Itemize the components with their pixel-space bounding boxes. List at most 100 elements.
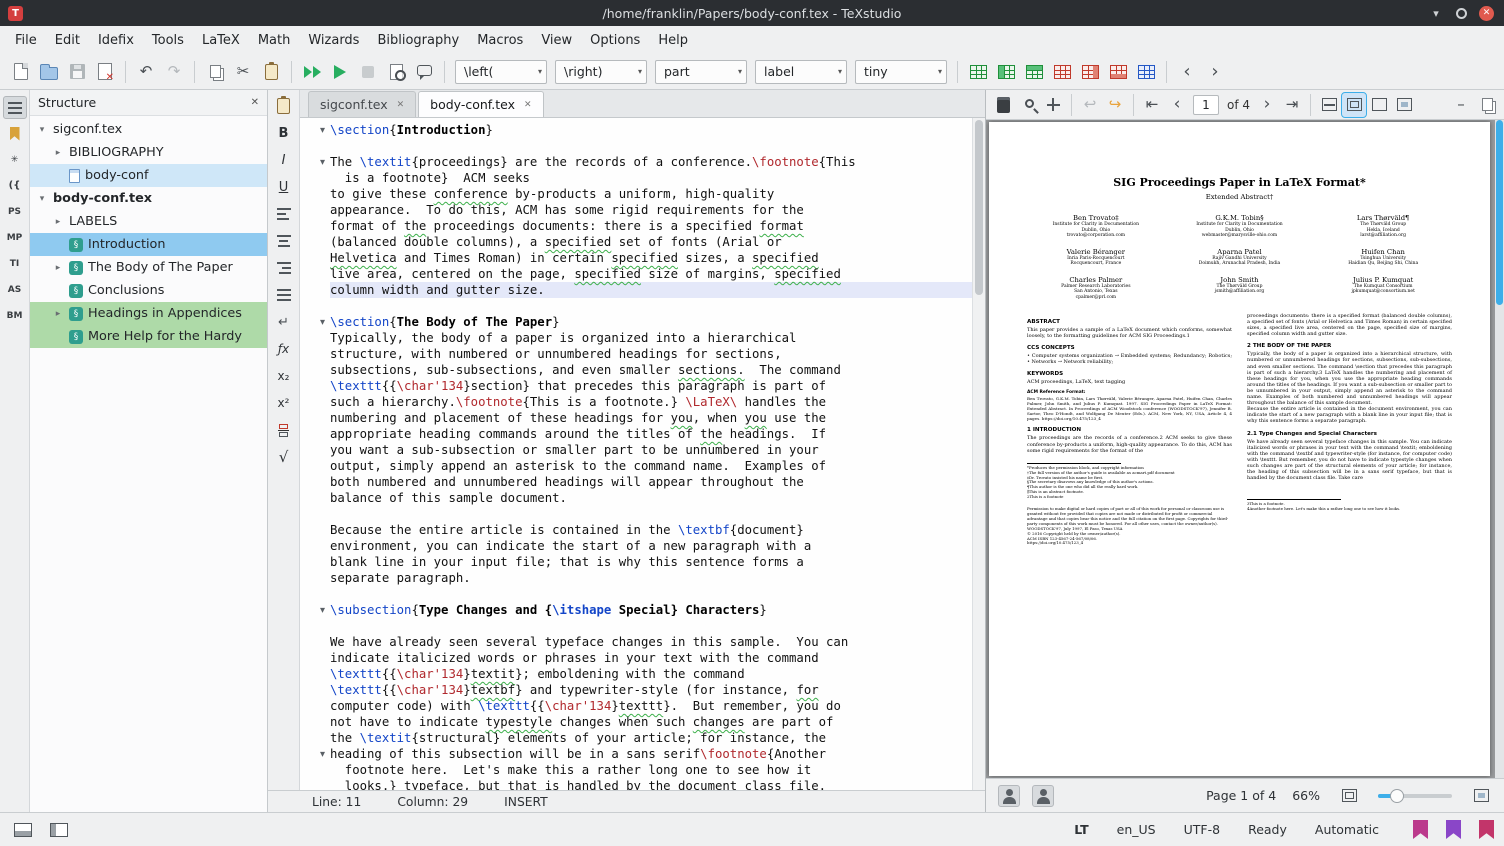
undo-button[interactable]: ↶ (133, 59, 159, 85)
fold-marker-icon[interactable]: ▾ (320, 605, 325, 616)
previous-document-button[interactable]: ‹ (1174, 59, 1200, 85)
beamer-tab[interactable]: BM (3, 304, 27, 327)
asymptote-tab[interactable]: AS (3, 278, 27, 301)
forward-button[interactable]: ↪ (1103, 93, 1127, 117)
tab-close-icon[interactable]: ✕ (524, 100, 532, 110)
close-icon[interactable]: ✕ (1479, 6, 1494, 21)
paste-style-button[interactable] (272, 94, 296, 118)
page-thumbnails-button[interactable] (991, 93, 1015, 117)
remove-column-button[interactable] (1077, 59, 1103, 85)
log-panel-toggle[interactable] (10, 817, 36, 843)
matrix-button[interactable] (1133, 59, 1159, 85)
expander-icon[interactable]: ▸ (52, 309, 64, 319)
remove-row-button[interactable] (1105, 59, 1131, 85)
menu-latex[interactable]: LaTeX (193, 29, 249, 52)
menu-help[interactable]: Help (649, 29, 697, 52)
build-and-view-button[interactable] (299, 59, 325, 85)
right-delimiter-combo[interactable]: \right)▾ (555, 60, 647, 84)
sqrt-button[interactable]: √ (272, 445, 296, 469)
annotations-button[interactable] (996, 783, 1022, 809)
open-button[interactable] (36, 59, 62, 85)
italic-button[interactable]: I (272, 148, 296, 172)
paste-button[interactable] (258, 59, 284, 85)
bookmark-ribbon-icon[interactable] (1446, 820, 1461, 839)
menu-idefix[interactable]: Idefix (89, 29, 143, 52)
align-right-button[interactable] (272, 256, 296, 280)
structure-item-conclusions[interactable]: §Conclusions (30, 279, 267, 302)
stop-compile-button[interactable] (355, 59, 381, 85)
previous-page-button[interactable]: ‹ (1165, 93, 1189, 117)
structure-item-body-conf[interactable]: body-conf (30, 164, 267, 187)
bold-button[interactable]: B (272, 121, 296, 145)
tikz-tab[interactable]: TI (3, 252, 27, 275)
expander-icon[interactable]: ▸ (52, 263, 64, 273)
fold-marker-icon[interactable]: ▾ (320, 317, 325, 328)
expander-icon[interactable]: ▾ (36, 194, 48, 204)
symbols-tab[interactable]: ✳ (3, 148, 27, 171)
fullscreen-button[interactable] (1392, 93, 1416, 117)
reference-combo[interactable]: label▾ (755, 60, 847, 84)
structure-item-the-body-of-the-paper[interactable]: ▸§The Body of The Paper (30, 256, 267, 279)
menu-math[interactable]: Math (249, 29, 300, 52)
reviewers-button[interactable] (1030, 783, 1056, 809)
structure-item-introduction[interactable]: §Introduction (30, 233, 267, 256)
structure-item-headings-in-appendices[interactable]: ▸§Headings in Appendices (30, 302, 267, 325)
fraction-button[interactable] (272, 418, 296, 442)
tab-close-icon[interactable]: ✕ (397, 100, 405, 110)
zoom-slider-knob[interactable] (1390, 789, 1404, 803)
tab-body-conf-tex[interactable]: body-conf.tex✕ (418, 91, 543, 117)
pdf-scrollbar[interactable] (1495, 120, 1504, 778)
structure-close-icon[interactable]: ✕ (251, 97, 259, 108)
menu-wizards[interactable]: Wizards (299, 29, 368, 52)
zoom-slider[interactable] (1378, 794, 1452, 798)
tab-sigconf-tex[interactable]: sigconf.tex✕ (308, 91, 416, 117)
save-button[interactable] (64, 59, 90, 85)
menu-bibliography[interactable]: Bibliography (368, 29, 468, 52)
add-table-button[interactable] (965, 59, 991, 85)
pdf-page[interactable]: SIG Proceedings Paper in LaTeX Format* E… (989, 122, 1490, 776)
fit-visible-button[interactable] (1367, 93, 1391, 117)
align-justify-button[interactable] (272, 283, 296, 307)
align-left-button[interactable] (272, 202, 296, 226)
close-document-button[interactable] (92, 59, 118, 85)
last-page-button[interactable]: ⇥ (1280, 93, 1304, 117)
messages-button[interactable] (411, 59, 437, 85)
align-center-button[interactable] (272, 229, 296, 253)
editor-scrollbar-thumb[interactable] (975, 120, 983, 295)
expander-icon[interactable]: ▸ (52, 217, 64, 227)
log-viewer-button[interactable] (383, 59, 409, 85)
first-page-button[interactable]: ⇤ (1140, 93, 1164, 117)
sectioning-combo[interactable]: part▾ (655, 60, 747, 84)
expand-viewer-button[interactable] (1468, 783, 1494, 809)
structure-item-more-help-for-the-hardy[interactable]: §More Help for the Hardy (30, 325, 267, 348)
math-function-button[interactable]: ƒx (272, 337, 296, 361)
structure-item-body-conf-tex[interactable]: ▾body-conf.tex (30, 187, 267, 210)
menu-view[interactable]: View (532, 29, 581, 52)
fold-marker-icon[interactable]: ▾ (320, 125, 325, 136)
minimize-viewer-button[interactable]: – (1449, 93, 1473, 117)
page-number-input[interactable]: 1 (1193, 95, 1219, 115)
fit-page-button[interactable] (1342, 93, 1366, 117)
metapost-tab[interactable]: MP (3, 226, 27, 249)
font-size-combo[interactable]: tiny▾ (855, 60, 947, 84)
redo-button[interactable]: ↷ (161, 59, 187, 85)
menu-options[interactable]: Options (581, 29, 649, 52)
fold-marker-icon[interactable]: ▾ (320, 157, 325, 168)
structure-item-bibliography[interactable]: ▸BIBLIOGRAPHY (30, 141, 267, 164)
maximize-icon[interactable] (1456, 8, 1467, 19)
editor-scrollbar[interactable] (972, 118, 985, 790)
menu-macros[interactable]: Macros (468, 29, 532, 52)
scroll-tool-button[interactable] (1041, 93, 1065, 117)
cut-button[interactable]: ✂ (230, 59, 256, 85)
brackets-tab[interactable]: ({ (3, 174, 27, 197)
left-delimiter-combo[interactable]: \left(▾ (455, 60, 547, 84)
editor-code[interactable]: \section{Introduction} The \textit{proce… (330, 118, 972, 790)
remove-table-button[interactable] (1049, 59, 1075, 85)
grid-view-button[interactable] (1336, 783, 1362, 809)
fit-width-button[interactable] (1317, 93, 1341, 117)
pdf-preview[interactable]: SIG Proceedings Paper in LaTeX Format* E… (986, 120, 1504, 778)
next-page-button[interactable]: › (1255, 93, 1279, 117)
structure-tab[interactable] (3, 96, 27, 119)
structure-item-sigconf-tex[interactable]: ▾sigconf.tex (30, 118, 267, 141)
add-column-button[interactable] (993, 59, 1019, 85)
